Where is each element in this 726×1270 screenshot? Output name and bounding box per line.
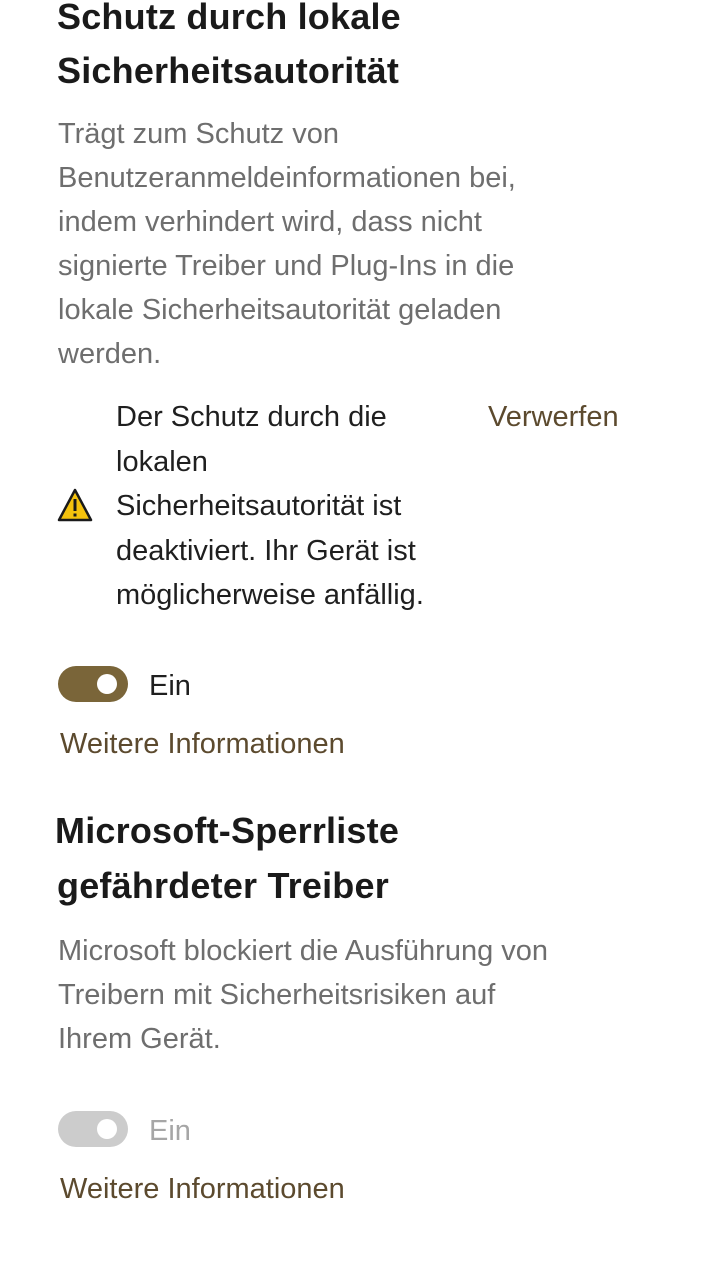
warning-text-line: Sicherheitsautorität ist [116, 490, 402, 522]
blocklist-toggle-label: Ein [149, 1115, 191, 1147]
lsa-description-line: Benutzeranmeldeinformationen bei, [58, 162, 516, 194]
lsa-toggle-label: Ein [149, 670, 191, 702]
blocklist-description: Microsoft blockiert die Ausführung von T… [58, 929, 698, 1061]
lsa-title-line2: Sicherheitsautorität [57, 50, 400, 91]
lsa-title-line1: Schutz durch lokale [57, 0, 401, 37]
warning-text-line: deaktiviert. Ihr Gerät ist [116, 534, 416, 567]
blocklist-learn-more-link[interactable]: Weitere Informationen [60, 1169, 345, 1209]
lsa-toggle-switch[interactable] [58, 666, 128, 702]
toggle-knob [97, 1119, 117, 1139]
warning-text-line: möglicherweise anfällig. [116, 579, 424, 611]
warning-icon [57, 487, 93, 528]
lsa-description-line: Trägt zum Schutz von [58, 118, 339, 150]
dismiss-warning-link[interactable]: Verwerfen [488, 397, 619, 437]
blocklist-title-line1: Microsoft-Sperrliste [55, 810, 400, 851]
warning-text-line: lokalen [116, 445, 208, 478]
blocklist-description-line: Ihrem Gerät. [58, 1023, 221, 1055]
toggle-knob [97, 674, 117, 694]
blocklist-description-line: Microsoft blockiert die Ausführung von [58, 935, 549, 967]
lsa-warning-text: Der Schutz durch die lokalen Sicherheits… [116, 395, 486, 618]
lsa-description-line: signierte Treiber und Plug-Ins in die [58, 250, 515, 282]
blocklist-title-line2: gefährdeter Treiber [57, 865, 389, 906]
blocklist-description-line: Treibern mit Sicherheitsrisiken auf [58, 979, 496, 1011]
lsa-description: Trägt zum Schutz von Benutzeranmeldeinfo… [58, 112, 658, 376]
lsa-description-line: lokale Sicherheitsautorität geladen [58, 294, 502, 326]
lsa-description-line: werden. [58, 338, 162, 370]
lsa-description-line: indem verhindert wird, dass nicht [58, 206, 482, 238]
blocklist-toggle-switch[interactable] [58, 1111, 128, 1147]
warning-text-line: Der Schutz durch die [116, 401, 387, 433]
lsa-learn-more-link[interactable]: Weitere Informationen [60, 724, 345, 764]
